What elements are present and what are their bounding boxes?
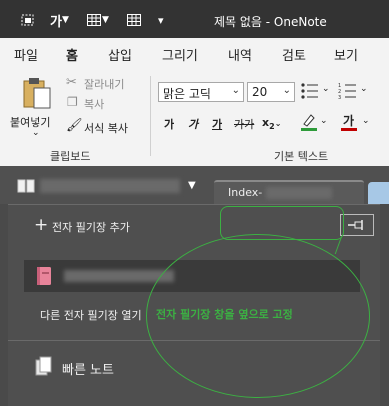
quick-notes-label: 빠른 노트 (62, 363, 114, 378)
annotation-text: 전자 필기장 창을 옆으로 고정 (156, 308, 293, 321)
other-notebooks-link[interactable]: 다른 전자 필기장 열기 (40, 307, 142, 323)
paste-button[interactable]: 붙여넣기 ⌄ (10, 76, 58, 144)
italic-button[interactable]: 가 (188, 116, 198, 132)
chevron-down-icon: ⌄ (231, 85, 240, 96)
copy-label: 복사 (84, 98, 105, 111)
font-color-glyph: 가 (343, 114, 355, 128)
page-tab-redacted (266, 187, 332, 199)
copy-icon: ❐ (67, 95, 78, 109)
font-size-value: 20 (252, 85, 268, 99)
notebook-icon (37, 267, 51, 285)
clipboard-icon (23, 78, 51, 109)
tab-insert[interactable]: 삽입 (108, 45, 132, 64)
pin-icon (348, 220, 363, 230)
add-notebook-button[interactable]: + 전자 필기장 추가 (34, 215, 174, 236)
numbered-list-icon: 1 2 3 (338, 83, 356, 101)
brush-icon: 🖌 (66, 118, 83, 133)
page-tab[interactable]: Index- (214, 180, 364, 206)
tab-history[interactable]: 내역 (228, 45, 252, 64)
table-dropdown-icon[interactable]: ▼ (86, 10, 109, 30)
screen-clip-icon[interactable] (20, 10, 36, 30)
highlight-button[interactable]: ⌄ (300, 112, 332, 134)
group-divider (150, 76, 151, 156)
pin-pane-button[interactable] (340, 214, 374, 236)
cut-label: 잘라내기 (84, 78, 125, 91)
chevron-down-icon: ⌄ (282, 85, 291, 96)
chevron-down-icon: ⌄ (32, 128, 40, 138)
format-glyph: 가 (50, 14, 62, 30)
add-notebook-label: 전자 필기장 추가 (52, 221, 130, 234)
notebook-bar: ▼ Index- (0, 166, 389, 206)
notebook-dropdown-icon[interactable]: ▼ (188, 180, 196, 191)
tab-review[interactable]: 검토 (282, 45, 306, 64)
window-title: 제목 없음 - OneNote (214, 15, 327, 29)
title-bar: 가 ▼ ▼ ▾ 제목 없음 - OneNote (0, 0, 389, 38)
font-color-button[interactable]: 가 ⌄ (340, 112, 374, 134)
highlighter-icon (301, 114, 317, 131)
ribbon-tabs: 파일 홈 삽입 그리기 내역 검토 보기 (0, 38, 389, 70)
notebook-book-icon[interactable] (16, 178, 36, 197)
format-painter-button[interactable]: 🖌 서식 복사 (64, 118, 146, 136)
underline-button[interactable]: 가 (212, 116, 222, 132)
font-size-select[interactable]: 20 ⌄ (247, 82, 295, 102)
scissors-icon: ✂ (66, 75, 77, 90)
section-tab[interactable] (368, 182, 389, 204)
subscript-button[interactable]: x2⌄ (262, 116, 281, 131)
ribbon: 붙여넣기 ⌄ ✂ 잘라내기 ❐ 복사 🖌 서식 복사 클립보드 맑은 고딕 ⌄ … (0, 68, 389, 167)
tab-file[interactable]: 파일 (14, 45, 38, 64)
cut-button[interactable]: ✂ 잘라내기 (64, 74, 142, 92)
paste-label: 붙여넣기 (10, 116, 51, 129)
quick-notes-button[interactable]: 빠른 노트 (34, 356, 154, 378)
text-format-button[interactable]: 가 ▼ (50, 10, 69, 30)
font-name-select[interactable]: 맑은 고딕 ⌄ (158, 82, 244, 102)
chevron-down-icon: ⌄ (362, 116, 370, 126)
bold-button[interactable]: 가 (164, 116, 174, 132)
tab-home[interactable]: 홈 (66, 45, 78, 70)
pane-top-border (8, 204, 380, 205)
customize-qat-icon[interactable]: ▾ (158, 10, 164, 30)
tab-draw[interactable]: 그리기 (162, 45, 198, 64)
format-painter-label: 서식 복사 (84, 122, 128, 135)
copy-button[interactable]: ❐ 복사 (64, 94, 142, 112)
plus-icon: + (34, 215, 49, 235)
strikethrough-button[interactable]: 가가 (234, 116, 254, 132)
basic-text-group-label: 기본 텍스트 (274, 150, 329, 163)
table-icon[interactable] (126, 10, 142, 30)
quick-notes-icon (35, 356, 52, 376)
chevron-down-icon: ⌄ (320, 116, 328, 126)
notebook-name-redacted[interactable] (40, 179, 180, 193)
chevron-down-icon: ⌄ (360, 84, 368, 94)
clipboard-group-label: 클립보드 (50, 150, 91, 163)
bullet-list-icon (301, 83, 318, 99)
font-name-value: 맑은 고딕 (163, 87, 211, 101)
page-tab-label: Index- (228, 186, 263, 199)
svg-text:3: 3 (338, 95, 341, 100)
tab-view[interactable]: 보기 (334, 45, 358, 64)
numbered-list-button[interactable]: 1 2 3 ⌄ (338, 82, 372, 102)
bullet-list-button[interactable]: ⌄ (300, 82, 334, 102)
chevron-down-icon: ⌄ (322, 84, 330, 94)
font-color-swatch (341, 128, 357, 131)
